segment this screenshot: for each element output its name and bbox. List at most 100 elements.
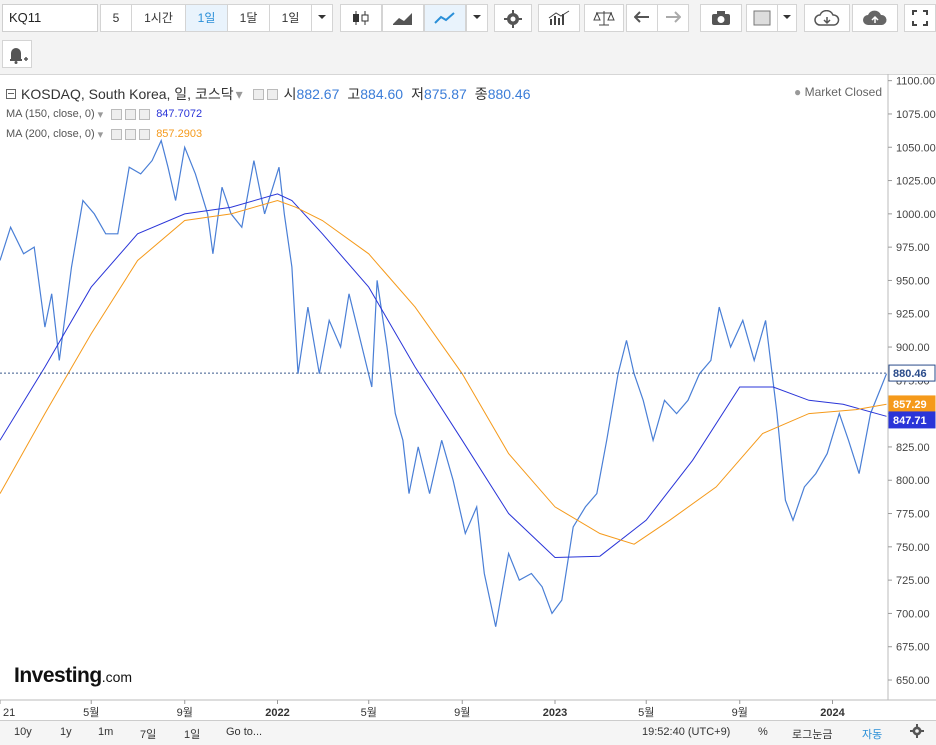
eye-icon[interactable]	[111, 108, 123, 120]
settings-button[interactable]	[494, 4, 532, 32]
range-7d[interactable]: 7일	[140, 726, 156, 742]
camera-icon	[712, 11, 730, 25]
fullscreen-button[interactable]	[904, 4, 936, 32]
interval-1d-button[interactable]: 1일	[185, 4, 228, 32]
bottom-bar: 10y 1y 1m 7일 1일 Go to... 19:52:40 (UTC+9…	[0, 720, 936, 745]
candles-chart-button[interactable]	[340, 4, 382, 32]
chevron-down-icon[interactable]: ▾	[236, 86, 243, 103]
price-chart[interactable]: 650.00 675.00 700.00 725.00 750.00 775.00 800.…	[0, 74, 936, 720]
chart-type-dropdown[interactable]	[466, 4, 488, 32]
add-alert-button[interactable]	[2, 40, 32, 68]
goto-button[interactable]: Go to...	[226, 726, 262, 738]
bell-plus-icon	[10, 48, 28, 64]
y-tick-label: 800.00	[896, 475, 930, 487]
cloud-download-icon	[814, 9, 840, 26]
interval-5-button[interactable]: 5	[100, 4, 132, 32]
log-scale-toggle[interactable]: 로그눈금	[792, 726, 832, 742]
y-tick-label: 825.00	[896, 442, 930, 454]
series-line-ma200	[0, 199, 887, 545]
line-chart-button[interactable]	[424, 4, 466, 32]
fullscreen-icon	[912, 10, 928, 26]
series-lines	[0, 138, 888, 627]
bottom-settings-button[interactable]	[910, 724, 924, 741]
ma200-label: MA (200, close, 0)	[6, 128, 95, 140]
redo-button[interactable]	[657, 4, 689, 32]
market-status-label: Market Closed	[804, 85, 882, 99]
y-tick-label: 725.00	[896, 575, 930, 587]
y-tick-label: 675.00	[896, 642, 930, 654]
indicators-icon	[548, 10, 570, 25]
range-1m[interactable]: 1m	[98, 726, 113, 738]
layout-dropdown[interactable]	[777, 4, 797, 32]
value-badges: 880.46 857.29 847.71	[888, 364, 936, 429]
range-1d[interactable]: 1일	[184, 726, 200, 742]
chevron-down-icon[interactable]: ▾	[98, 108, 104, 121]
interval-1h-button[interactable]: 1시간	[131, 4, 186, 32]
eye-icon[interactable]	[252, 88, 264, 100]
x-tick-label: 5월	[638, 706, 654, 719]
area-chart-icon	[393, 13, 412, 25]
ma200-badge-label: 857.29	[893, 399, 927, 411]
chevron-down-icon	[783, 15, 791, 19]
y-tick-label: 750.00	[896, 542, 930, 554]
undo-button[interactable]	[626, 4, 658, 32]
area-chart-button[interactable]	[382, 4, 424, 32]
cloud-upload-button[interactable]	[852, 4, 898, 32]
main-legend: KOSDAQ, South Korea, 일, 코스닥 ▾ 시 882.67 고8…	[6, 84, 531, 104]
series-line-ma150	[0, 193, 887, 559]
collapse-icon[interactable]	[6, 89, 16, 99]
y-tick-label: 1050.00	[896, 142, 936, 154]
y-axis: 650.00 675.00 700.00 725.00 750.00 775.00 800.…	[887, 74, 936, 700]
layout-button[interactable]	[746, 4, 778, 32]
toolbar: KQ11 5 1시간 1일 1달 1일	[0, 0, 936, 75]
y-tick-label: 900.00	[896, 342, 930, 354]
interval-dropdown-button[interactable]	[311, 4, 333, 32]
x-tick-label: 5월	[83, 706, 99, 719]
gear-icon[interactable]	[266, 88, 278, 100]
gear-icon[interactable]	[125, 128, 137, 140]
square-icon	[753, 10, 771, 26]
compare-button[interactable]	[584, 4, 624, 32]
investing-logo: Investing.com	[14, 664, 132, 688]
y-tick-label: 650.00	[896, 675, 930, 687]
cloud-upload-icon	[863, 10, 887, 25]
auto-scale-toggle[interactable]: 자동	[862, 726, 882, 742]
gear-icon[interactable]	[125, 108, 137, 120]
chevron-down-icon	[318, 15, 326, 19]
ma150-label: MA (150, close, 0)	[6, 108, 95, 120]
series-line-price	[0, 138, 888, 627]
market-status: ● Market Closed	[794, 85, 882, 99]
interval-1d-alt-button[interactable]: 1일	[269, 4, 312, 32]
high-label: 고	[347, 86, 361, 102]
y-tick-label: 700.00	[896, 608, 930, 620]
interval-1m-button[interactable]: 1달	[227, 4, 270, 32]
chevron-down-icon[interactable]: ▾	[98, 128, 104, 141]
eye-icon[interactable]	[111, 128, 123, 140]
low-label: 저	[411, 86, 424, 102]
x-tick-label: 2024	[820, 707, 845, 719]
cloud-download-button[interactable]	[804, 4, 850, 32]
line-chart-icon	[434, 12, 455, 24]
y-tick-label: 1075.00	[896, 109, 936, 121]
symbol-input[interactable]: KQ11	[2, 4, 98, 32]
ma200-value: 857.2903	[156, 128, 203, 140]
low-value: 875.87	[423, 86, 467, 102]
y-tick-label: 950.00	[896, 275, 930, 287]
close-icon[interactable]	[139, 108, 151, 120]
indicators-button[interactable]	[538, 4, 580, 32]
scale-icon	[593, 11, 615, 26]
candlestick-icon	[353, 11, 369, 25]
open-label: 시	[283, 86, 297, 102]
x-tick-label: 9월	[732, 706, 748, 719]
range-1y[interactable]: 1y	[60, 726, 72, 738]
percent-toggle[interactable]: %	[758, 726, 768, 738]
close-icon[interactable]	[139, 128, 151, 140]
gear-icon	[910, 724, 924, 738]
chart-title: KOSDAQ, South Korea, 일, 코스닥	[21, 86, 234, 102]
screenshot-button[interactable]	[700, 4, 742, 32]
y-tick-label: 1025.00	[896, 176, 936, 188]
x-axis: 21 5월 9월 2022 5월 9월 2023 5월 9월 2024	[0, 699, 936, 719]
range-10y[interactable]: 10y	[14, 726, 32, 738]
ma150-legend: MA (150, close, 0) ▾ 847.7072	[6, 104, 531, 124]
undo-icon	[633, 11, 649, 23]
